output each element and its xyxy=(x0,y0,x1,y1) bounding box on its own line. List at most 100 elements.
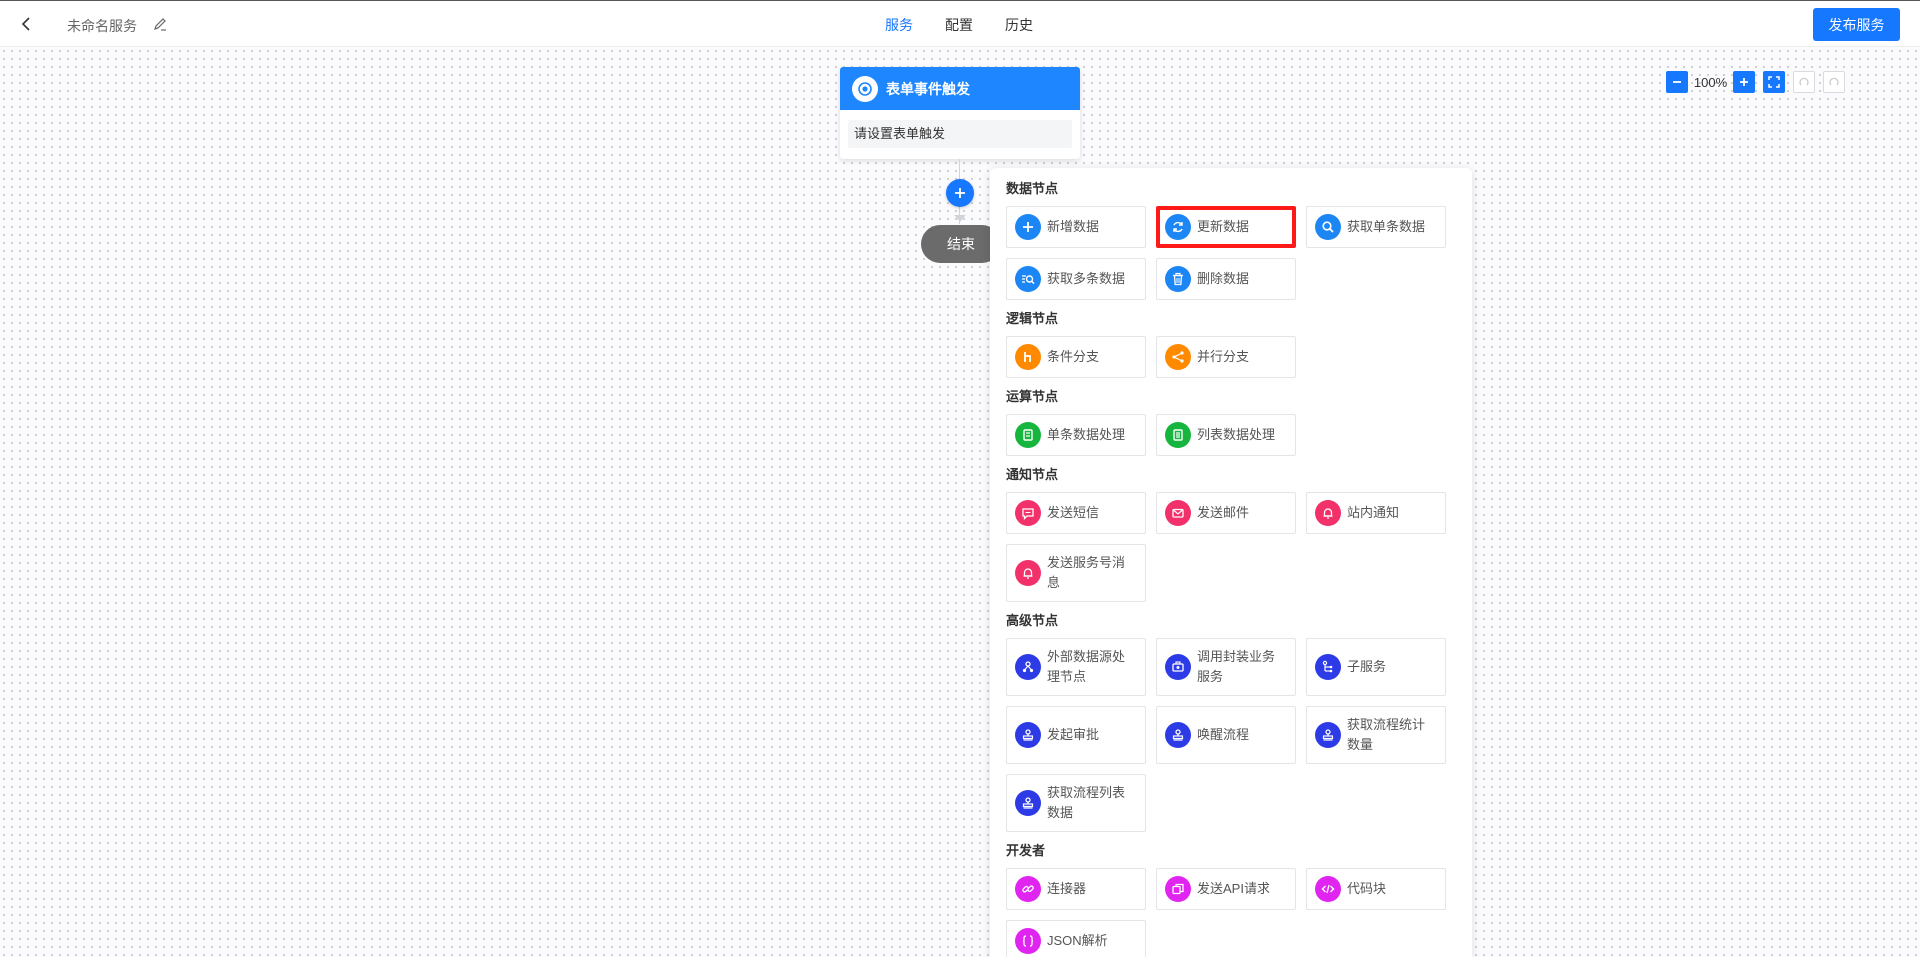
datasource-icon xyxy=(1015,654,1041,680)
plus-icon xyxy=(955,188,965,198)
zoom-out-button[interactable] xyxy=(1666,71,1688,93)
service-name: 未命名服务 xyxy=(67,18,137,34)
node-call-business-service[interactable]: 调用封装业务服务 xyxy=(1156,638,1296,696)
node-add-data[interactable]: 新增数据 xyxy=(1006,206,1146,248)
node-update-data[interactable]: 更新数据 xyxy=(1156,206,1296,248)
bell-icon xyxy=(1015,560,1041,586)
branch-icon xyxy=(1015,344,1041,370)
node-condition-branch[interactable]: 条件分支 xyxy=(1006,336,1146,378)
plus-icon xyxy=(1740,78,1748,86)
node-label: JSON解析 xyxy=(1047,933,1108,948)
minus-icon xyxy=(1673,81,1681,83)
service-icon xyxy=(1165,654,1191,680)
tab-service[interactable]: 服务 xyxy=(885,16,913,34)
node-label: 获取流程统计数量 xyxy=(1347,717,1426,752)
trigger-node-title: 表单事件触发 xyxy=(886,80,970,97)
node-code-block[interactable]: 代码块 xyxy=(1306,868,1446,910)
section-compute-nodes: 单条数据处理 列表数据处理 xyxy=(1006,414,1456,456)
node-label: 列表数据处理 xyxy=(1197,427,1276,442)
multi-search-icon xyxy=(1015,266,1041,292)
node-send-email[interactable]: 发送邮件 xyxy=(1156,492,1296,534)
node-send-sms[interactable]: 发送短信 xyxy=(1006,492,1146,534)
node-picker-panel: 数据节点 新增数据 更新数据 获取单条数据 获取多条数据 删除数据 逻辑节点 条… xyxy=(990,168,1472,957)
trigger-node[interactable]: 表单事件触发 请设置表单触发 xyxy=(840,67,1080,159)
back-button[interactable] xyxy=(16,13,38,35)
node-get-multiple-data[interactable]: 获取多条数据 xyxy=(1006,258,1146,300)
node-sub-service[interactable]: 子服务 xyxy=(1306,638,1446,696)
mail-icon xyxy=(1165,500,1191,526)
stamp-icon xyxy=(1015,790,1041,816)
section-title-advanced: 高级节点 xyxy=(1006,613,1059,628)
section-data-nodes: 新增数据 更新数据 获取单条数据 获取多条数据 删除数据 xyxy=(1006,206,1456,300)
trigger-node-header: 表单事件触发 xyxy=(840,67,1080,110)
pencil-icon xyxy=(154,18,166,31)
publish-button[interactable]: 发布服务 xyxy=(1813,8,1900,41)
section-title-logic: 逻辑节点 xyxy=(1006,311,1059,326)
node-label: 发送服务号消息 xyxy=(1047,555,1126,590)
node-label: 删除数据 xyxy=(1197,271,1250,286)
edit-name-button[interactable] xyxy=(151,15,169,33)
node-label: 发送短信 xyxy=(1047,505,1100,520)
top-bar: 未命名服务 服务 配置 历史 发布服务 xyxy=(0,0,1920,47)
document-icon xyxy=(1015,422,1041,448)
undo-icon xyxy=(1799,77,1809,86)
node-process-list-data[interactable]: 获取流程列表数据 xyxy=(1006,774,1146,832)
redo-button[interactable] xyxy=(1823,71,1845,93)
section-logic-nodes: 条件分支 并行分支 xyxy=(1006,336,1456,378)
section-title-notify: 通知节点 xyxy=(1006,467,1059,482)
node-label: 并行分支 xyxy=(1197,349,1250,364)
share-icon xyxy=(1165,344,1191,370)
node-start-approval[interactable]: 发起审批 xyxy=(1006,706,1146,764)
zoom-level: 100% xyxy=(1693,74,1728,90)
node-single-data-process[interactable]: 单条数据处理 xyxy=(1006,414,1146,456)
zoom-in-button[interactable] xyxy=(1733,71,1755,93)
node-label: 唤醒流程 xyxy=(1197,727,1250,742)
undo-button[interactable] xyxy=(1793,71,1815,93)
link-icon xyxy=(1015,876,1041,902)
add-node-button[interactable] xyxy=(946,179,974,207)
node-label: 调用封装业务服务 xyxy=(1197,649,1276,684)
node-label: 子服务 xyxy=(1347,659,1387,674)
node-external-datasource[interactable]: 外部数据源处理节点 xyxy=(1006,638,1146,696)
section-title-data: 数据节点 xyxy=(1006,181,1059,196)
node-service-account-message[interactable]: 发送服务号消息 xyxy=(1006,544,1146,602)
node-connector[interactable]: 连接器 xyxy=(1006,868,1146,910)
end-node[interactable]: 结束 xyxy=(921,225,1001,263)
stamp-icon xyxy=(1315,722,1341,748)
subservice-icon xyxy=(1315,654,1341,680)
api-icon xyxy=(1165,876,1191,902)
node-label: 更新数据 xyxy=(1197,219,1250,234)
target-icon xyxy=(852,75,878,102)
node-send-api-request[interactable]: 发送API请求 xyxy=(1156,868,1296,910)
stamp-icon xyxy=(1165,722,1191,748)
node-parallel-branch[interactable]: 并行分支 xyxy=(1156,336,1296,378)
node-label: 发送邮件 xyxy=(1197,505,1250,520)
fit-screen-button[interactable] xyxy=(1763,71,1785,93)
code-icon xyxy=(1315,876,1341,902)
node-site-notification[interactable]: 站内通知 xyxy=(1306,492,1446,534)
section-advanced-nodes: 外部数据源处理节点 调用封装业务服务 子服务 发起审批 唤醒流程 获取流程统计数… xyxy=(1006,638,1456,832)
node-label: 代码块 xyxy=(1347,881,1387,896)
bell-icon xyxy=(1315,500,1341,526)
node-process-statistics[interactable]: 获取流程统计数量 xyxy=(1306,706,1446,764)
node-json-parse[interactable]: JSON解析 xyxy=(1006,920,1146,957)
stamp-icon xyxy=(1015,722,1041,748)
node-get-single-data[interactable]: 获取单条数据 xyxy=(1306,206,1446,248)
trash-icon xyxy=(1165,266,1191,292)
refresh-icon xyxy=(1165,214,1191,240)
node-label: 连接器 xyxy=(1047,881,1087,896)
node-delete-data[interactable]: 删除数据 xyxy=(1156,258,1296,300)
json-icon xyxy=(1015,928,1041,954)
node-list-data-process[interactable]: 列表数据处理 xyxy=(1156,414,1296,456)
connector-arrow xyxy=(954,215,966,222)
zoom-controls: 100% xyxy=(1666,71,1845,93)
tab-history[interactable]: 历史 xyxy=(1005,16,1033,34)
redo-icon xyxy=(1829,77,1839,86)
node-label: 发起审批 xyxy=(1047,727,1100,742)
node-label: 外部数据源处理节点 xyxy=(1047,649,1126,684)
section-developer-nodes: 连接器 发送API请求 代码块 JSON解析 xyxy=(1006,868,1456,957)
message-icon xyxy=(1015,500,1041,526)
fullscreen-icon xyxy=(1768,76,1780,88)
tab-config[interactable]: 配置 xyxy=(945,16,973,34)
node-wake-process[interactable]: 唤醒流程 xyxy=(1156,706,1296,764)
